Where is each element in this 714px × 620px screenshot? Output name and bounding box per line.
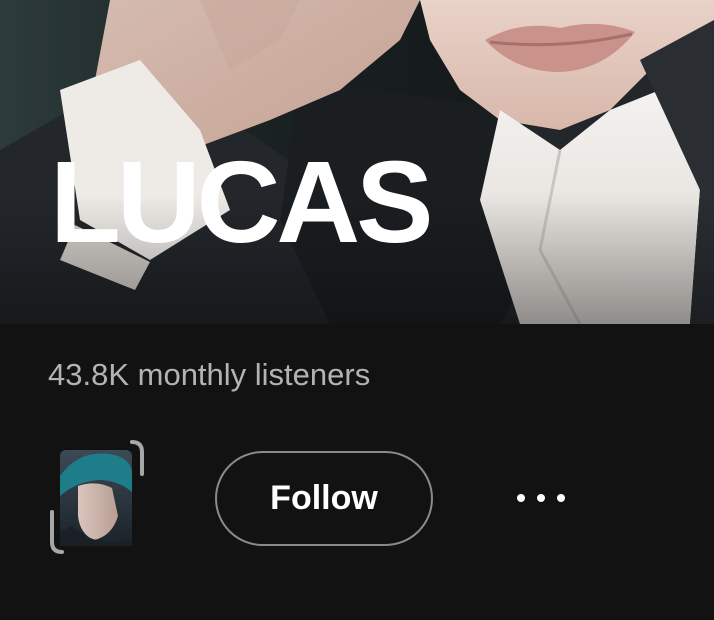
monthly-listeners-count: 43.8K monthly listeners (48, 357, 371, 392)
more-horizontal-icon (517, 494, 525, 502)
artist-hero-banner: LUCAS (0, 0, 714, 324)
more-options-button[interactable] (496, 470, 586, 526)
more-horizontal-icon-dot-2 (537, 494, 545, 502)
artist-avatar-thumbnail[interactable] (48, 436, 146, 556)
artist-name-title: LUCAS (50, 137, 434, 267)
follow-button[interactable]: Follow (215, 451, 433, 546)
more-horizontal-icon-dot-3 (557, 494, 565, 502)
artist-avatar-image (50, 440, 144, 554)
